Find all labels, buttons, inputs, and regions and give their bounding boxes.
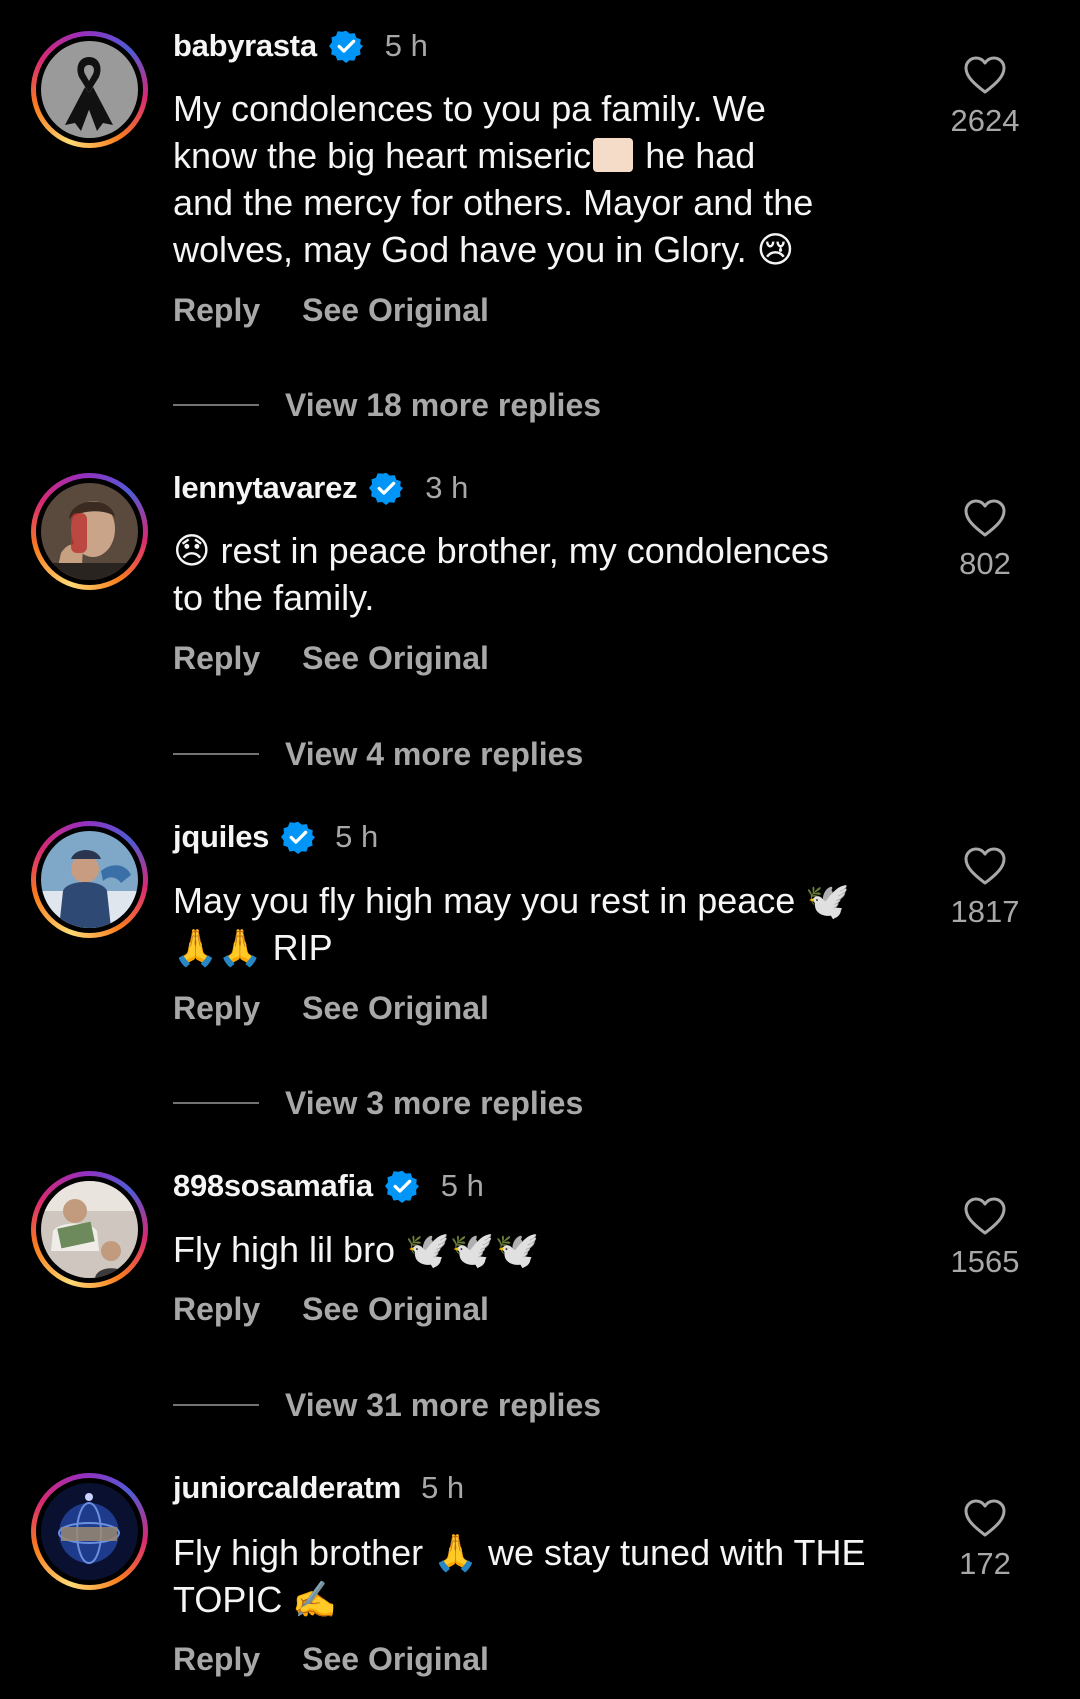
reply-button[interactable]: Reply — [173, 1291, 260, 1328]
comment-text: May you fly high may you rest in peace 🕊… — [173, 877, 903, 971]
see-original-button[interactable]: See Original — [302, 1291, 489, 1328]
see-original-button[interactable]: See Original — [302, 990, 489, 1027]
avatar[interactable] — [31, 1171, 148, 1288]
username[interactable]: juniorcalderatm — [173, 1470, 401, 1506]
view-more-replies-button[interactable]: View 4 more replies — [173, 732, 583, 776]
comment-text: Fly high lil bro 🕊️🕊️🕊️ — [173, 1226, 903, 1273]
heart-icon[interactable] — [963, 1498, 1007, 1538]
timestamp: 5 h — [421, 1470, 465, 1505]
heart-icon[interactable] — [963, 55, 1007, 95]
timestamp: 5 h — [440, 1168, 484, 1203]
dove-icon: 🕊️🕊️🕊️ — [405, 1229, 540, 1270]
divider — [173, 404, 259, 406]
like-count: 172 — [959, 1546, 1011, 1581]
praying-hands-icon: 🙏 — [433, 1532, 478, 1573]
dove-icon: 🕊️ — [805, 880, 851, 921]
view-more-replies-button[interactable]: View 3 more replies — [173, 1081, 583, 1125]
view-more-replies-button[interactable]: View 31 more replies — [173, 1383, 601, 1427]
username[interactable]: lennytavarez — [173, 470, 358, 506]
reply-button[interactable]: Reply — [173, 1641, 260, 1678]
heart-icon[interactable] — [963, 498, 1007, 538]
see-original-button[interactable]: See Original — [302, 640, 489, 677]
avatar[interactable] — [31, 473, 148, 590]
portrait-photo — [41, 1181, 138, 1278]
username[interactable]: babyrasta — [173, 28, 317, 64]
globe-logo — [41, 1483, 138, 1580]
crying-face-icon: 😢 — [756, 229, 795, 270]
divider — [173, 1102, 259, 1104]
portrait-photo — [41, 483, 138, 580]
like-count: 1817 — [950, 894, 1020, 929]
heart-icon[interactable] — [963, 846, 1007, 886]
like-count: 802 — [959, 546, 1011, 581]
writing-hand-icon: ✍️ — [292, 1579, 338, 1620]
verified-badge-icon — [384, 1169, 419, 1203]
like-count: 2624 — [950, 103, 1020, 138]
verified-badge-icon — [328, 29, 363, 63]
username[interactable]: 898sosamafia — [173, 1168, 373, 1204]
comment-text: Fly high brother 🙏 we stay tuned with TH… — [173, 1529, 903, 1623]
reply-button[interactable]: Reply — [173, 292, 260, 329]
avatar[interactable] — [31, 1473, 148, 1590]
black-ribbon-icon — [41, 41, 138, 138]
timestamp: 5 h — [384, 28, 428, 63]
reply-button[interactable]: Reply — [173, 640, 260, 677]
comment-text: My condolences to you pa family. We know… — [173, 85, 903, 273]
disappointed-face-icon: 😞 — [173, 530, 211, 571]
skin-tone-swatch-icon — [593, 138, 634, 172]
see-original-button[interactable]: See Original — [302, 1641, 489, 1678]
reply-button[interactable]: Reply — [173, 990, 260, 1027]
view-more-replies-button[interactable]: View 18 more replies — [173, 383, 601, 427]
portrait-photo — [41, 831, 138, 928]
verified-badge-icon — [369, 471, 404, 505]
username[interactable]: jquiles — [173, 819, 269, 855]
like-count: 1565 — [950, 1244, 1020, 1279]
verified-badge-icon — [281, 820, 316, 854]
timestamp: 3 h — [425, 470, 469, 505]
divider — [173, 753, 259, 755]
timestamp: 5 h — [335, 819, 379, 854]
divider — [173, 1404, 259, 1406]
heart-icon[interactable] — [963, 1196, 1007, 1236]
praying-hands-icon: 🙏🙏 — [173, 927, 263, 968]
avatar[interactable] — [31, 31, 148, 148]
see-original-button[interactable]: See Original — [302, 292, 489, 329]
comment-text: 😞 rest in peace brother, my condolences … — [173, 527, 903, 621]
avatar[interactable] — [31, 821, 148, 938]
